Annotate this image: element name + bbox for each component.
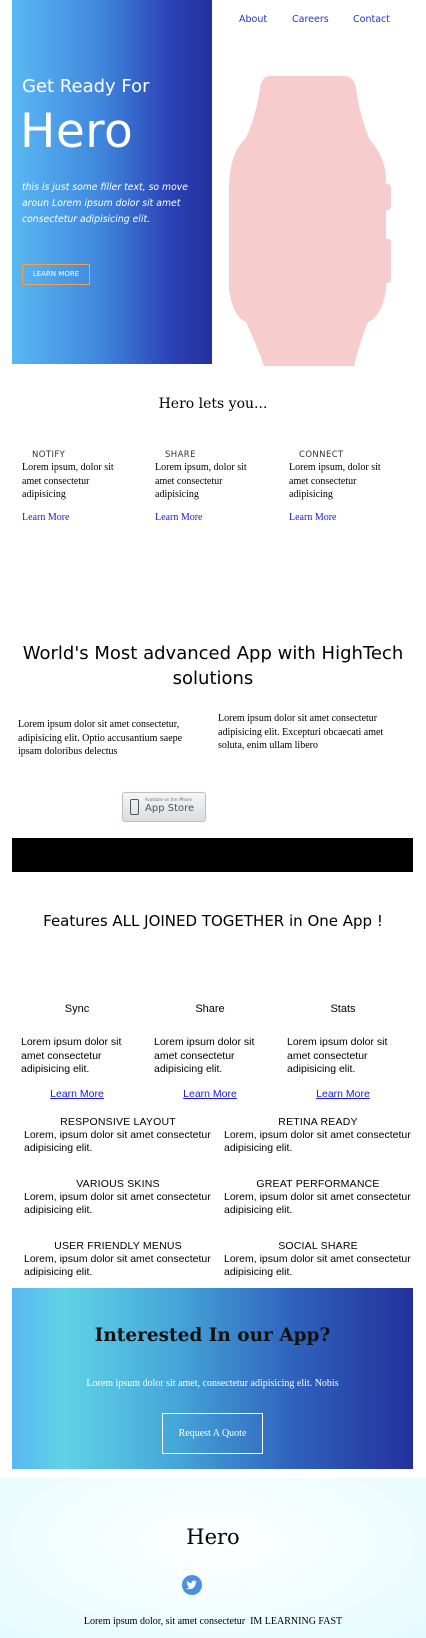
cta-subtitle: Lorem ipsum dolor sit amet, consectetur …: [86, 1378, 339, 1389]
phone-icon: [130, 799, 139, 815]
feature-grid-body: Lorem, ipsum dolor sit amet consectetur …: [224, 1191, 411, 1216]
nav-link-careers[interactable]: Careers: [292, 14, 329, 25]
feature-grid-body: Lorem, ipsum dolor sit amet consectetur …: [24, 1129, 211, 1154]
app-store-badge[interactable]: Available on the iPhone App Store: [122, 792, 206, 822]
feature-grid-body: Lorem, ipsum dolor sit amet consectetur …: [224, 1253, 411, 1278]
learn-more-link[interactable]: Learn More: [155, 512, 267, 523]
feature-grid-body: Lorem, ipsum dolor sit amet consectetur …: [24, 1253, 211, 1278]
feature-card-body: Lorem ipsum dolor sit amet consectetur a…: [21, 1036, 122, 1075]
advanced-text-right: Lorem ipsum dolor sit amet consectetur a…: [218, 713, 384, 751]
hero-description: this is just some filler text, so move a…: [22, 182, 189, 225]
cta-title: Interested In our App?: [94, 1325, 331, 1346]
features-title: Features ALL JOINED TOGETHER in One App …: [43, 912, 383, 930]
feature-heading: CONNECT: [299, 450, 344, 460]
footer-text: Lorem ipsum dolor, sit amet consectetur …: [83, 1616, 343, 1627]
learn-more-link[interactable]: Learn More: [289, 512, 401, 523]
feature-card-heading: Sync: [64, 1003, 90, 1015]
feature-card-body: Lorem ipsum dolor sit amet consectetur a…: [287, 1036, 388, 1075]
learn-more-button[interactable]: LEARN MORE: [22, 264, 90, 285]
learn-more-link[interactable]: Learn More: [22, 512, 134, 523]
feature-card-sync: Sync Lorem ipsum dolor sit amet consecte…: [21, 1003, 133, 1100]
feature-card-heading: Stats: [330, 1003, 356, 1015]
feature-grid-item: RETINA READY Lorem, ipsum dolor sit amet…: [224, 1116, 412, 1154]
advanced-title: World's Most advanced App with HighTech …: [22, 643, 404, 689]
footer-title: Hero: [186, 1525, 240, 1549]
feature-grid-heading: RETINA READY: [278, 1116, 358, 1128]
feature-heading: NOTIFY: [32, 450, 66, 460]
feature-grid-heading: SOCIAL SHARE: [278, 1240, 358, 1252]
feature-grid-item: SOCIAL SHARE Lorem, ipsum dolor sit amet…: [224, 1240, 412, 1278]
feature-body: Lorem ipsum, dolor sit amet consectetur …: [22, 462, 114, 500]
feature-heading: SHARE: [165, 450, 196, 460]
feature-grid-heading: GREAT PERFORMANCE: [256, 1178, 380, 1190]
learn-more-link[interactable]: Learn More: [287, 1088, 399, 1100]
hero-title: Hero: [20, 104, 134, 159]
advanced-text-left: Lorem ipsum dolor sit amet consectetur, …: [18, 719, 183, 757]
feature-card-body: Lorem ipsum dolor sit amet consectetur a…: [154, 1036, 255, 1075]
learn-more-link[interactable]: Learn More: [154, 1088, 266, 1100]
app-store-small-text: Available on the iPhone: [145, 797, 192, 802]
section-title-lets: Hero lets you...: [158, 396, 268, 412]
nav-link-about[interactable]: About: [239, 14, 267, 25]
feature-card-share: Share Lorem ipsum dolor sit amet consect…: [154, 1003, 266, 1100]
divider-bar: [12, 838, 413, 872]
feature-grid-item: USER FRIENDLY MENUS Lorem, ipsum dolor s…: [24, 1240, 212, 1278]
feature-grid-heading: RESPONSIVE LAYOUT: [60, 1116, 176, 1128]
nav-link-contact[interactable]: Contact: [353, 14, 390, 25]
feature-grid-heading: USER FRIENDLY MENUS: [54, 1240, 182, 1252]
feature-column-notify: NOTIFY Lorem ipsum, dolor sit amet conse…: [22, 450, 134, 523]
feature-column-connect: CONNECT Lorem ipsum, dolor sit amet cons…: [289, 450, 401, 523]
feature-grid-item: VARIOUS SKINS Lorem, ipsum dolor sit ame…: [24, 1178, 212, 1216]
feature-card-stats: Stats Lorem ipsum dolor sit amet consect…: [287, 1003, 399, 1100]
request-quote-button[interactable]: Request A Quote: [162, 1413, 263, 1454]
feature-grid-body: Lorem, ipsum dolor sit amet consectetur …: [224, 1129, 411, 1154]
smartwatch-image: [229, 76, 391, 366]
feature-grid-body: Lorem, ipsum dolor sit amet consectetur …: [24, 1191, 211, 1216]
app-store-text: App Store: [145, 803, 195, 814]
feature-body: Lorem ipsum, dolor sit amet consectetur …: [155, 462, 247, 500]
feature-column-share: SHARE Lorem ipsum, dolor sit amet consec…: [155, 450, 267, 523]
hero-subtitle: Get Ready For: [22, 76, 150, 97]
footer: [0, 1478, 426, 1638]
feature-card-heading: Share: [195, 1003, 225, 1015]
feature-body: Lorem ipsum, dolor sit amet consectetur …: [289, 462, 381, 500]
feature-grid-item: GREAT PERFORMANCE Lorem, ipsum dolor sit…: [224, 1178, 412, 1216]
feature-grid-heading: VARIOUS SKINS: [76, 1178, 160, 1190]
feature-grid-item: RESPONSIVE LAYOUT Lorem, ipsum dolor sit…: [24, 1116, 212, 1154]
learn-more-link[interactable]: Learn More: [21, 1088, 133, 1100]
twitter-icon[interactable]: [182, 1575, 202, 1595]
